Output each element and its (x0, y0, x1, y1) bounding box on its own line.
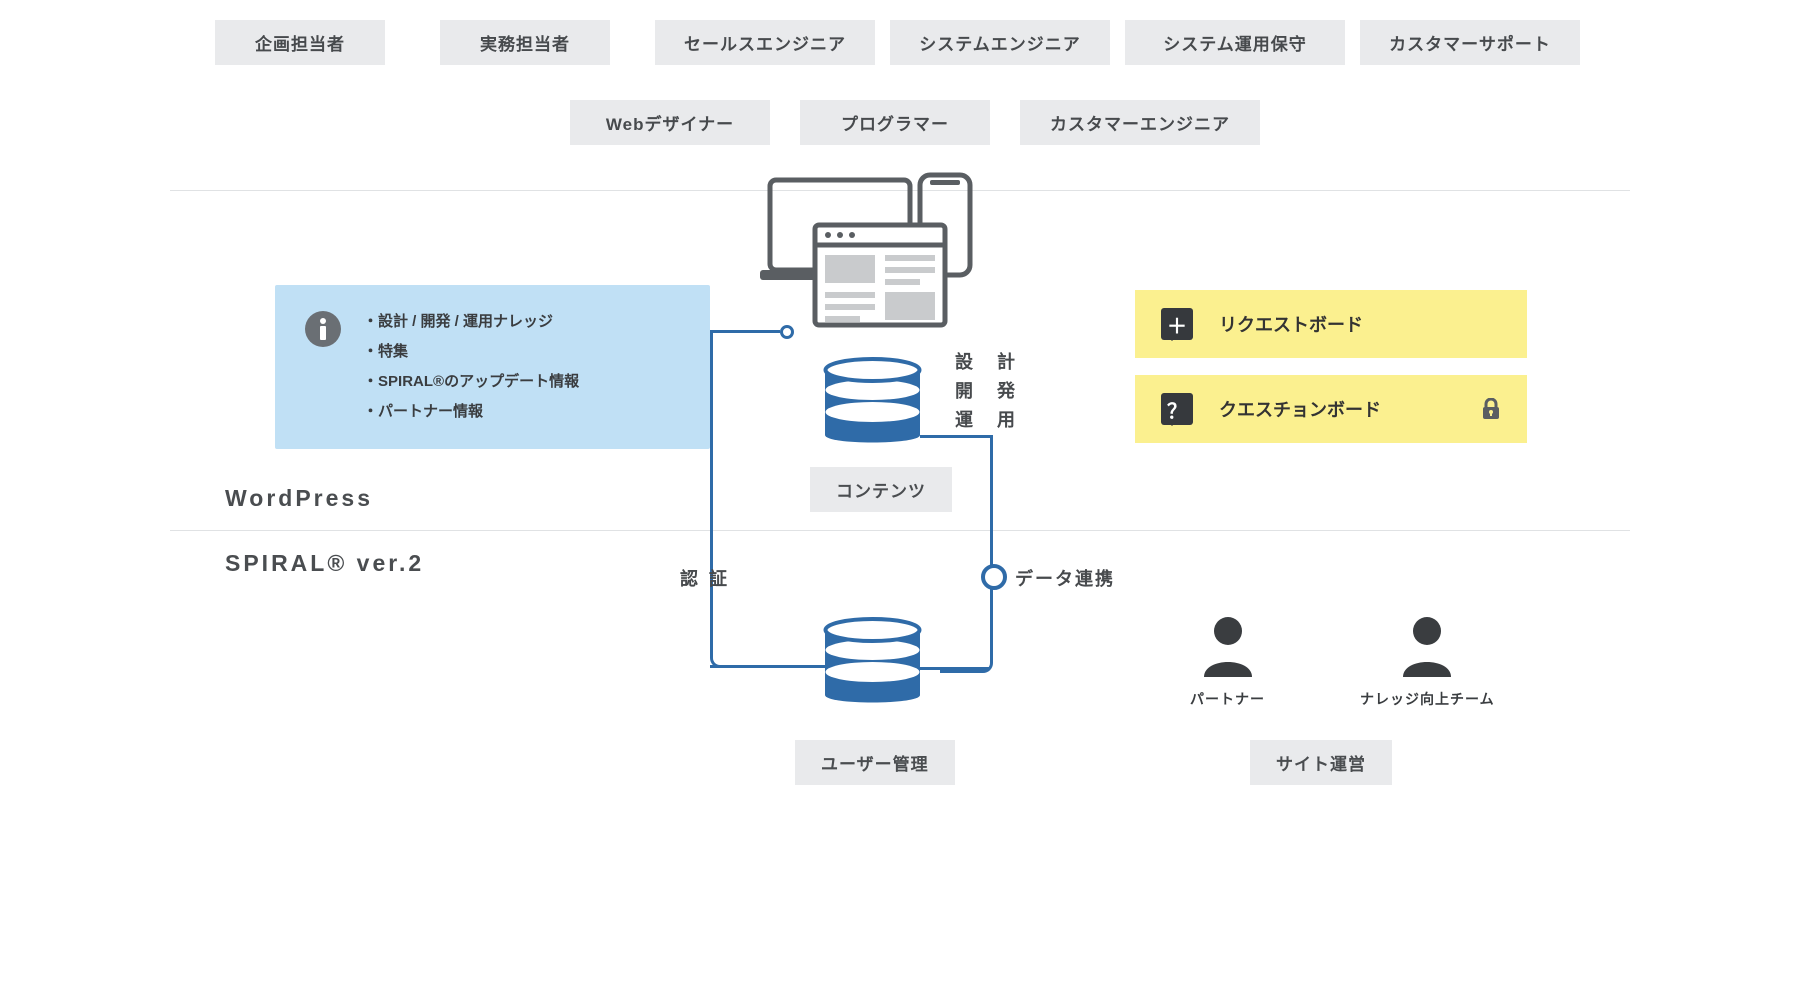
person-team-label: ナレッジ向上チーム (1360, 689, 1495, 709)
ddo-item: 開 発 (955, 377, 1018, 406)
role-tag: Webデザイナー (570, 100, 770, 145)
question-board-label: クエスチョンボード (1219, 396, 1381, 422)
question-bubble-icon: ？ (1161, 393, 1193, 425)
ddo-item: 運 用 (955, 406, 1018, 435)
ddo-item: 設 計 (955, 348, 1018, 377)
site-ops-label: サイト運営 (1250, 740, 1392, 785)
section-wordpress: WordPress (225, 485, 373, 512)
lock-icon (1481, 398, 1501, 420)
section-spiral: SPIRAL® ver.2 (225, 550, 424, 577)
request-board-card: ＋ リクエストボード (1135, 290, 1527, 358)
info-icon (305, 311, 341, 347)
question-board-card: ？ クエスチョンボード (1135, 375, 1527, 443)
role-tag: カスタマーエンジニア (1020, 100, 1260, 145)
role-tag: システム運用保守 (1125, 20, 1345, 65)
info-panel: 設計 / 開発 / 運用ナレッジ 特集 SPIRAL®のアップデート情報 パート… (275, 285, 710, 449)
info-item: 設計 / 開発 / 運用ナレッジ (363, 307, 579, 337)
role-tag: 実務担当者 (440, 20, 610, 65)
person-partner-label: パートナー (1190, 689, 1265, 709)
flow-line-right-b (920, 667, 990, 670)
info-list: 設計 / 開発 / 運用ナレッジ 特集 SPIRAL®のアップデート情報 パート… (363, 307, 579, 427)
info-item: SPIRAL®のアップデート情報 (363, 367, 579, 397)
flow-line-left-b (710, 665, 825, 668)
flow-line-left-h (710, 330, 780, 333)
datalink-label: データ連携 (1015, 565, 1115, 591)
request-board-label: リクエストボード (1219, 311, 1363, 337)
contents-label: コンテンツ (810, 467, 952, 512)
role-tag: カスタマーサポート (1360, 20, 1580, 65)
person-team: ナレッジ向上チーム (1360, 615, 1495, 709)
person-partner: パートナー (1190, 615, 1265, 709)
database-user-icon (820, 615, 925, 710)
role-tag: プログラマー (800, 100, 990, 145)
database-contents-icon (820, 355, 925, 450)
role-tag: システムエンジニア (890, 20, 1110, 65)
info-item: 特集 (363, 337, 579, 367)
role-tag: 企画担当者 (215, 20, 385, 65)
ddo-labels: 設 計 開 発 運 用 (955, 348, 1018, 434)
info-item: パートナー情報 (363, 397, 579, 427)
divider-mid (170, 530, 1630, 531)
auth-label: 認 証 (680, 565, 730, 591)
flow-line-left (710, 330, 783, 668)
role-tag: セールスエンジニア (655, 20, 875, 65)
flow-line-right-h (920, 435, 990, 438)
user-mgmt-label: ユーザー管理 (795, 740, 955, 785)
flow-ring (981, 564, 1007, 590)
plus-bubble-icon: ＋ (1161, 308, 1193, 340)
diagram-canvas: 企画担当者 実務担当者 セールスエンジニア システムエンジニア システム運用保守… (150, 0, 1650, 820)
devices-icon (760, 170, 980, 335)
